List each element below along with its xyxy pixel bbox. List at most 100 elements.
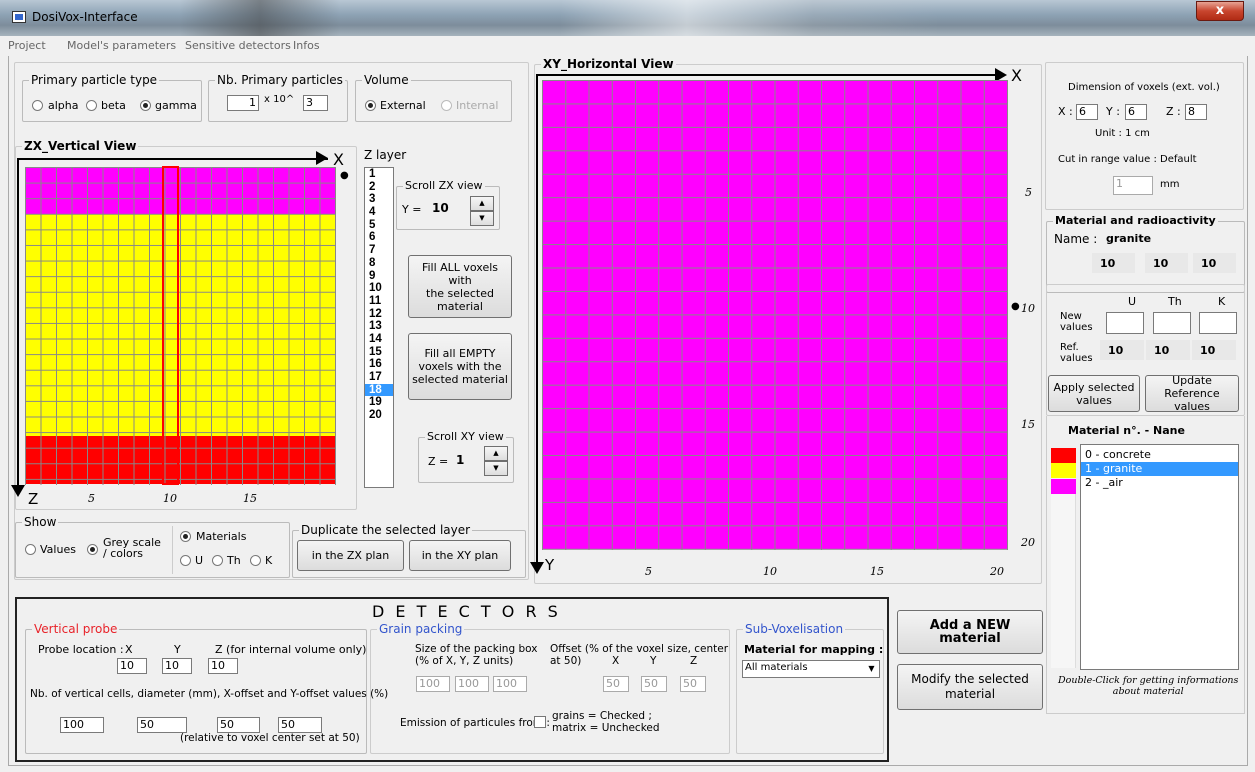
xy-voxel-grid[interactable] [542, 80, 1008, 550]
z-layer-list[interactable]: 1 2 3 4 5 6 7 8 9 10 11 12 13 14 15 16 17 18 19 20 [364, 167, 394, 488]
z-layer-item[interactable]: 10 [365, 282, 393, 295]
menu-sensitive-detectors[interactable]: Sensitive detectors [185, 39, 291, 52]
z-layer-item[interactable]: 1 [365, 168, 393, 181]
zx-tick: 10 [163, 492, 177, 505]
z-layer-item[interactable]: 14 [365, 333, 393, 346]
z-layer-item[interactable]: 19 [365, 396, 393, 409]
u-radio[interactable] [180, 555, 191, 566]
dim-x-input[interactable]: 6 [1076, 104, 1098, 120]
ref-k-value: 10 [1192, 340, 1236, 360]
xy-x-axis-label: X [1011, 66, 1022, 85]
xy-y-arrow-icon [530, 562, 544, 574]
scroll-zx-down-button[interactable]: ▼ [470, 211, 494, 226]
beta-radio[interactable] [86, 100, 97, 111]
xy-xtick: 10 [763, 565, 777, 578]
update-reference-button[interactable]: Update Reference values [1145, 374, 1239, 413]
scroll-xy-down-button[interactable]: ▼ [484, 461, 508, 476]
dim-y-input[interactable]: 6 [1125, 104, 1147, 120]
chevron-down-icon[interactable]: ▼ [864, 661, 879, 677]
zx-x-axis-line [18, 158, 328, 160]
xy-position-dot: ● [1011, 301, 1020, 312]
new-th-input[interactable] [1153, 312, 1191, 334]
z-layer-item[interactable]: 4 [365, 206, 393, 219]
z-layer-item[interactable]: 15 [365, 346, 393, 359]
xy-ytick: 15 [1021, 418, 1035, 431]
duplicate-xy-plan-button[interactable]: in the XY plan [409, 540, 511, 571]
z-layer-item[interactable]: 17 [365, 371, 393, 384]
diameter-input[interactable]: 50 [137, 717, 187, 733]
offset-x-input[interactable]: 50 [603, 676, 629, 692]
x-offset-input[interactable]: 50 [217, 717, 260, 733]
scroll-xy-prefix: Z = [428, 455, 449, 468]
beta-label: beta [101, 99, 126, 112]
offset-z-input[interactable]: 50 [680, 676, 706, 692]
scroll-zx-up-button[interactable]: ▲ [470, 196, 494, 211]
emission-options-label: grains = Checked ; matrix = Unchecked [552, 710, 660, 734]
duplicate-zx-plan-button[interactable]: in the ZX plan [297, 540, 404, 571]
apply-values-button[interactable]: Apply selected values [1048, 375, 1140, 412]
z-layer-item[interactable]: 18 [365, 383, 393, 397]
menu-infos[interactable]: Infos [293, 39, 320, 52]
z-layer-item[interactable]: 20 [365, 409, 393, 422]
primary-exponent-input[interactable]: 3 [303, 95, 328, 111]
scroll-xy-up-button[interactable]: ▲ [484, 446, 508, 461]
detectors-title: D E T E C T O R S [372, 602, 561, 621]
close-button[interactable]: x [1196, 1, 1244, 21]
zx-voxel-grid[interactable] [25, 167, 336, 485]
th-radio[interactable] [212, 555, 223, 566]
xy-y-axis-line [536, 74, 538, 564]
z-layer-item[interactable]: 6 [365, 231, 393, 244]
z-layer-item[interactable]: 2 [365, 181, 393, 194]
menu-bar: Project Model's parameters Sensitive det… [0, 36, 1255, 56]
fill-empty-voxels-button[interactable]: Fill all EMPTY voxels with the selected … [408, 333, 512, 400]
k-radio[interactable] [250, 555, 261, 566]
modify-material-button[interactable]: Modify the selected material [897, 664, 1043, 710]
xy-ytick: 10 [1021, 302, 1035, 315]
scroll-zx-label: Scroll ZX view [403, 179, 485, 192]
new-u-input[interactable] [1106, 312, 1144, 334]
u-column-label: U [1128, 295, 1137, 308]
z-layer-item[interactable]: 8 [365, 257, 393, 270]
menu-models-parameters[interactable]: Model's parameters [67, 39, 176, 52]
z-layer-item[interactable]: 16 [365, 358, 393, 371]
menu-project[interactable]: Project [8, 39, 46, 52]
alpha-radio[interactable] [32, 100, 43, 111]
unit-label: Unit : 1 cm [1095, 128, 1150, 139]
offset-y-input[interactable]: 50 [641, 676, 667, 692]
mapping-select[interactable]: All materials [742, 660, 880, 678]
packing-size-z-input[interactable]: 100 [493, 676, 527, 692]
probe-y-input[interactable]: 10 [162, 658, 192, 674]
probe-z-input[interactable]: 10 [208, 658, 238, 674]
z-layer-item[interactable]: 12 [365, 308, 393, 321]
nb-cells-input[interactable]: 100 [60, 717, 104, 733]
subvox-label: Sub-Voxelisation [743, 622, 846, 636]
alpha-label: alpha [48, 99, 79, 112]
fill-all-voxels-button[interactable]: Fill ALL voxels with the selected materi… [408, 255, 512, 318]
external-radio[interactable] [365, 100, 376, 111]
packing-size-y-input[interactable]: 100 [455, 676, 489, 692]
materials-radio[interactable] [180, 531, 191, 542]
materials-label: Materials [196, 530, 247, 543]
y-offset-input[interactable]: 50 [278, 717, 322, 733]
values-radio[interactable] [25, 544, 36, 555]
cut-unit-label: mm [1160, 179, 1180, 190]
scroll-zx-value: 10 [432, 201, 449, 215]
add-material-button[interactable]: Add a NEW material [897, 610, 1043, 654]
packing-size-x-input[interactable]: 100 [416, 676, 450, 692]
z-layer-item[interactable]: 11 [365, 295, 393, 308]
gamma-radio[interactable] [140, 100, 151, 111]
internal-radio[interactable] [441, 100, 452, 111]
primary-mantissa-input[interactable]: 1 [227, 95, 259, 111]
probe-x-input[interactable]: 10 [117, 658, 147, 674]
emission-checkbox[interactable] [534, 716, 546, 728]
new-k-input[interactable] [1199, 312, 1237, 334]
z-layer-item[interactable]: 5 [365, 219, 393, 232]
z-layer-item[interactable]: 9 [365, 270, 393, 283]
cut-value-input[interactable]: 1 [1113, 176, 1153, 195]
relative-label: (relative to voxel center set at 50) [180, 732, 360, 744]
grey-colors-radio[interactable] [87, 544, 98, 555]
z-layer-item[interactable]: 13 [365, 320, 393, 333]
dim-z-input[interactable]: 8 [1185, 104, 1207, 120]
z-layer-item[interactable]: 3 [365, 193, 393, 206]
z-layer-item[interactable]: 7 [365, 244, 393, 257]
